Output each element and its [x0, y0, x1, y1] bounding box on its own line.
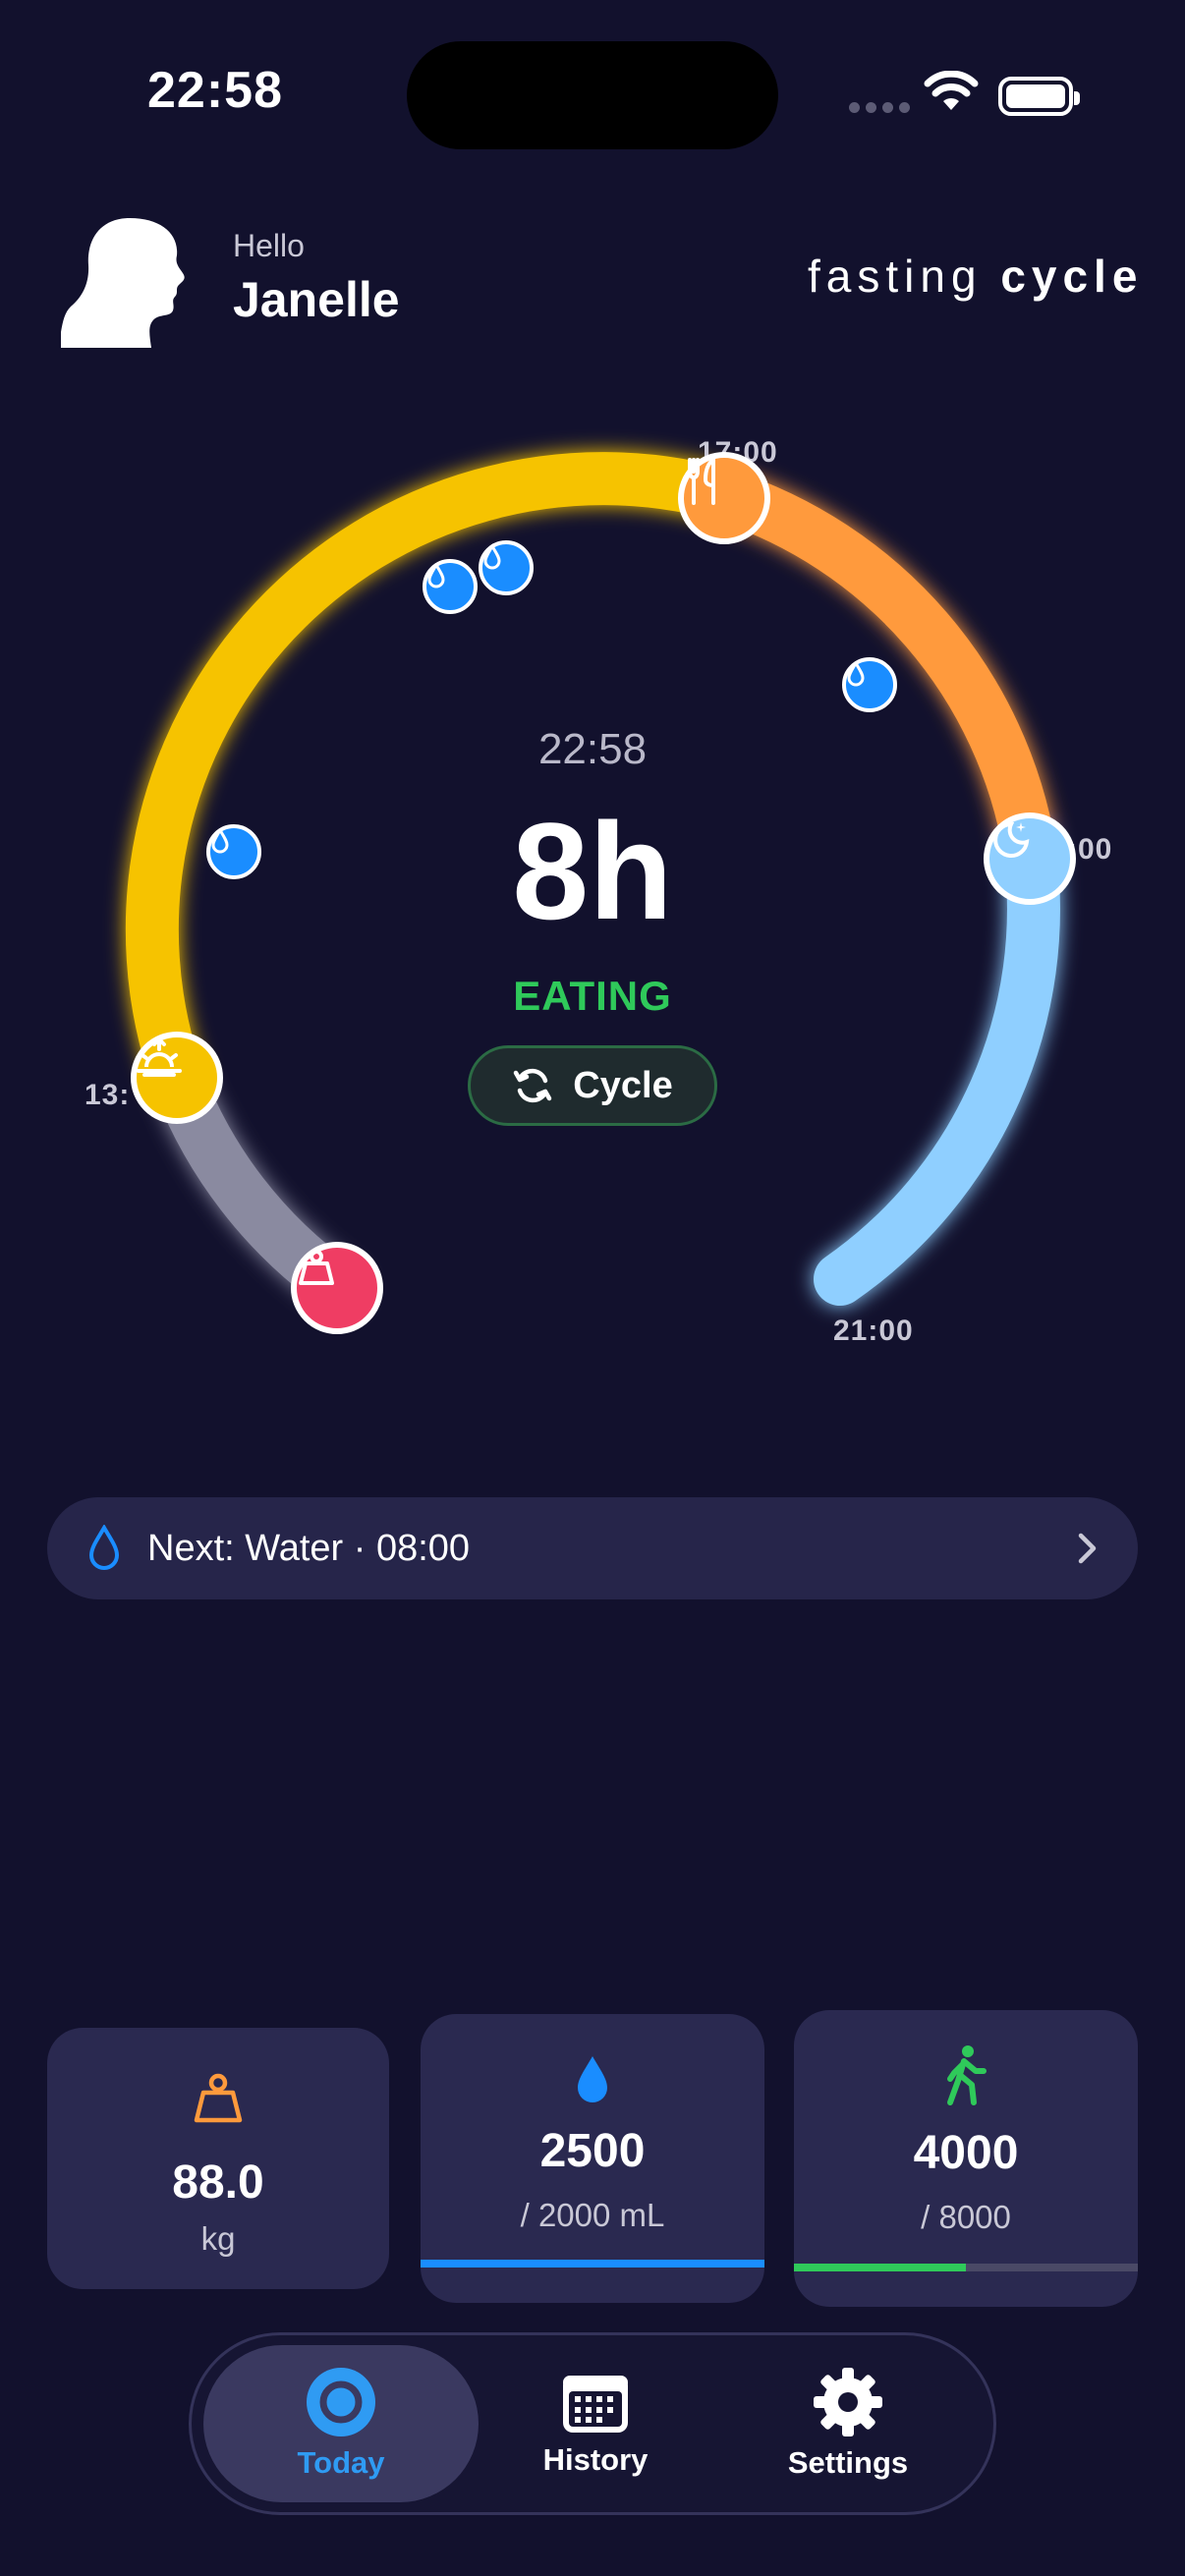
phase-hours: 8h — [512, 794, 673, 948]
steps-card[interactable]: 4000 / 8000 — [794, 2010, 1138, 2307]
wake-time-label: 13: — [85, 1079, 131, 1111]
steps-value: 4000 — [913, 2127, 1019, 2179]
water-drop-icon — [88, 1525, 120, 1570]
today-icon — [307, 2368, 375, 2436]
steps-progress-bar — [794, 2264, 1138, 2271]
weight-unit: kg — [200, 2220, 236, 2257]
greeting-text: Hello — [233, 228, 305, 263]
weight-value: 88.0 — [172, 2156, 264, 2209]
weight-icon — [194, 2073, 243, 2123]
weight-icon — [299, 1250, 334, 1285]
end-time-label: 21:00 — [833, 1315, 914, 1347]
refresh-icon — [514, 1068, 552, 1103]
water-drop-icon — [847, 661, 865, 687]
tab-settings[interactable]: Settings — [710, 2345, 986, 2502]
tab-settings-label: Settings — [787, 2445, 909, 2480]
water-marker[interactable] — [423, 559, 478, 614]
user-name: Janelle — [233, 272, 400, 327]
water-marker[interactable] — [479, 540, 534, 595]
tab-history[interactable]: History — [458, 2345, 733, 2502]
gear-icon — [814, 2368, 882, 2436]
cycle-label: Cycle — [573, 1064, 673, 1106]
avatar[interactable] — [61, 214, 189, 348]
current-time: 22:58 — [537, 725, 648, 773]
sunrise-icon — [137, 1037, 182, 1077]
wake-marker[interactable] — [131, 1032, 223, 1124]
chevron-right-icon — [1078, 1533, 1097, 1564]
water-progress-bar — [421, 2260, 764, 2268]
cycle-button[interactable]: Cycle — [468, 1045, 717, 1126]
water-drop-icon — [578, 2056, 607, 2102]
tab-bar: Today History Settings — [189, 2332, 996, 2515]
cellular-signal-icon — [849, 102, 910, 113]
fork-knife-icon — [688, 458, 715, 505]
water-value: 2500 — [539, 2125, 646, 2177]
phase-label: EATING — [513, 973, 672, 1019]
water-marker[interactable] — [842, 657, 897, 712]
wifi-icon — [924, 71, 979, 110]
status-time: 22:58 — [147, 62, 283, 119]
weight-marker[interactable] — [291, 1242, 383, 1334]
tab-today[interactable]: Today — [203, 2345, 479, 2502]
water-drop-icon — [427, 563, 445, 588]
dynamic-island — [407, 41, 778, 149]
app-logo: fasting cycle — [808, 251, 1144, 302]
water-unit: / 2000 mL — [520, 2197, 665, 2233]
next-reminder-label: Next: Water · 08:00 — [147, 1527, 471, 1569]
water-progress-fill — [421, 2260, 764, 2268]
calendar-icon — [563, 2376, 628, 2433]
battery-icon — [998, 77, 1080, 116]
steps-unit: / 8000 — [921, 2199, 1011, 2235]
tab-history-label: History — [542, 2442, 649, 2477]
next-reminder-card[interactable]: Next: Water · 08:00 — [47, 1497, 1138, 1599]
weight-card[interactable]: 88.0 kg — [47, 2028, 389, 2289]
water-drop-icon — [483, 544, 501, 570]
eating-start-marker[interactable] — [678, 452, 770, 544]
water-card[interactable]: 2500 / 2000 mL — [421, 2014, 764, 2303]
steps-progress-fill — [794, 2264, 966, 2271]
today-screen: 22:58 Hello Janelle fasting cycle 17:00 … — [0, 0, 1185, 2576]
walking-icon — [947, 2045, 987, 2105]
tab-today-label: Today — [297, 2445, 385, 2480]
